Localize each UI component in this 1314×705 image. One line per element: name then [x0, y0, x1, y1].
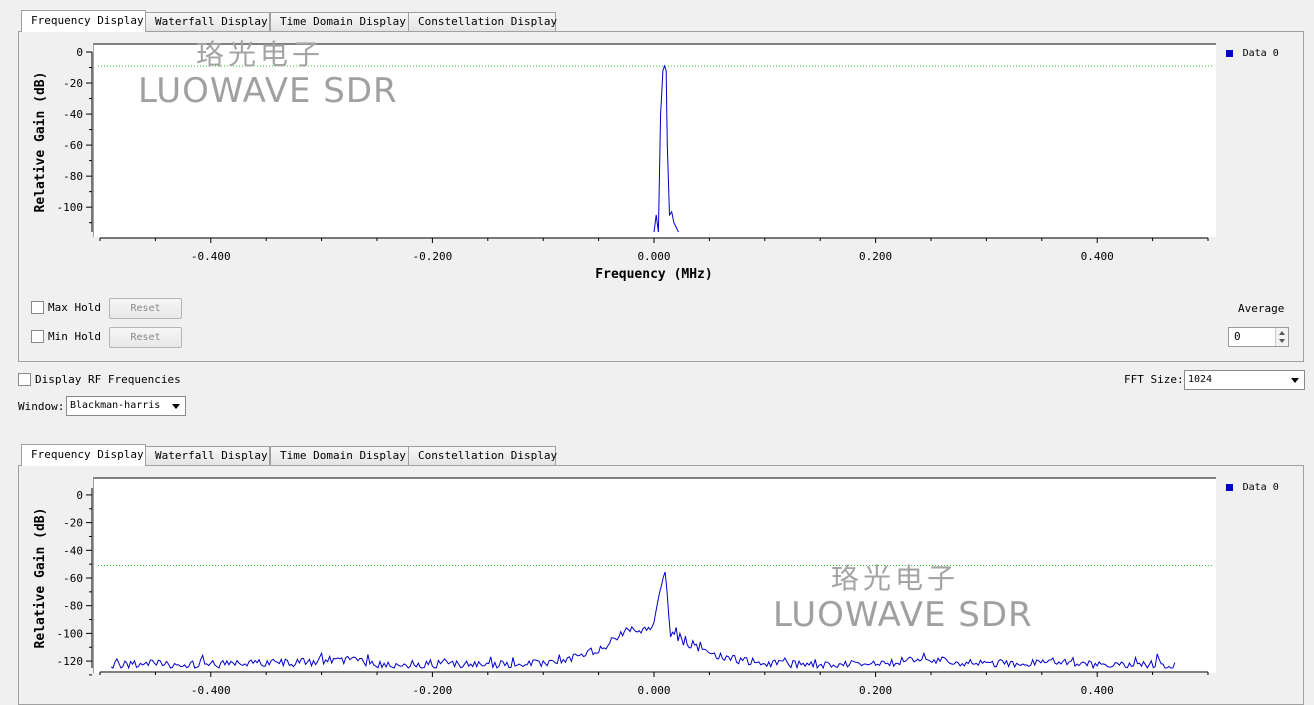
- legend-swatch: [1226, 483, 1233, 491]
- bottom-frequency-plot: 0 -20 -40 -60 -80 -100 -120 Relative Gain (dB) -…: [33, 488, 1214, 697]
- x-tick-label: 0.000: [637, 684, 670, 697]
- y-axis-label: Relative Gain (dB): [33, 508, 48, 649]
- tab-frequency-display[interactable]: Frequency Display: [21, 10, 146, 32]
- y-tick-label: -40: [63, 544, 83, 557]
- x-tick-label: -0.200: [413, 684, 453, 697]
- x-tick-label: 0.400: [1081, 684, 1114, 697]
- y-tick-label: -80: [63, 600, 83, 613]
- y-tick-label: -120: [57, 655, 84, 668]
- y-tick-label: -20: [63, 517, 83, 530]
- x-tick-label: 0.200: [859, 684, 892, 697]
- series-line-data-0: [110, 571, 1176, 670]
- y-tick-label: -60: [63, 572, 83, 585]
- x-tick-label: -0.400: [191, 684, 231, 697]
- legend-label: Data 0: [1242, 482, 1279, 493]
- y-tick-label: -100: [57, 627, 84, 640]
- y-tick-label: 0: [76, 489, 83, 502]
- tab-frequency-display[interactable]: Frequency Display: [21, 444, 146, 466]
- bottom-legend: Data 0: [1226, 480, 1279, 493]
